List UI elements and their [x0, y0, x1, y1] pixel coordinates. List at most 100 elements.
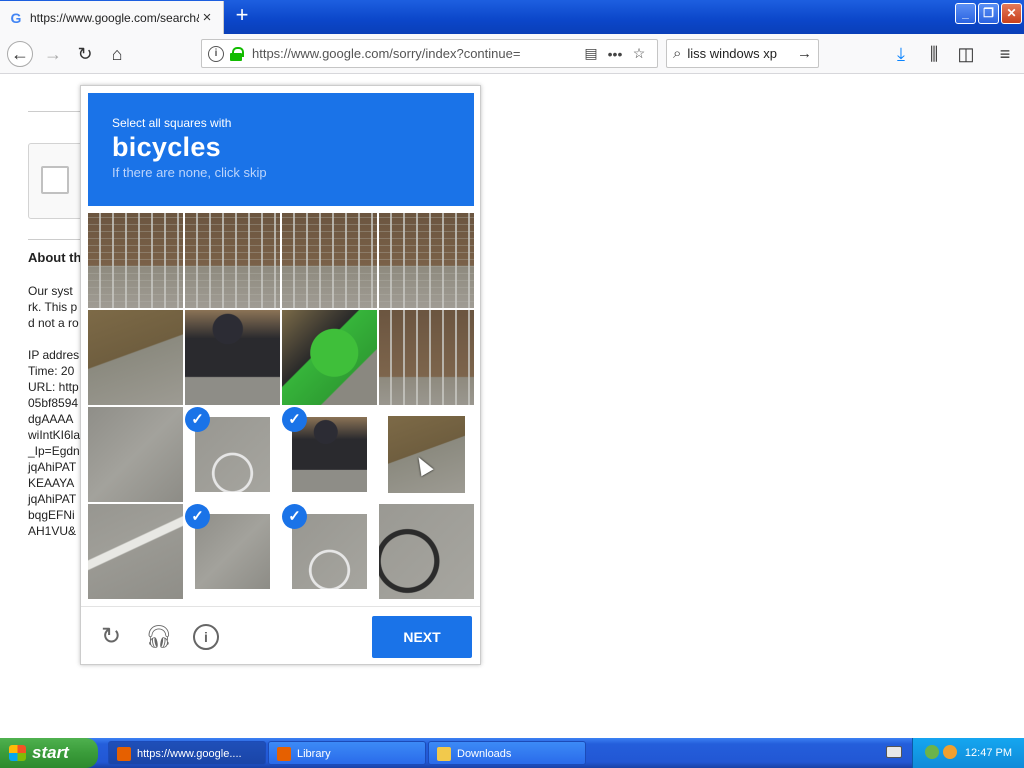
hamburger-menu-icon[interactable]: ≡ — [992, 41, 1018, 67]
clock: 12:47 PM — [964, 747, 1012, 759]
tile-image — [88, 407, 183, 502]
next-button[interactable]: NEXT — [372, 616, 472, 658]
start-label: start — [32, 743, 69, 762]
about-text-line: IP addres — [28, 348, 80, 362]
recaptcha-checkbox[interactable] — [41, 166, 69, 194]
lock-icon[interactable] — [230, 46, 244, 61]
about-text-line: d not a ro — [28, 316, 79, 330]
search-tray-icon[interactable] — [943, 745, 957, 759]
captcha-tile[interactable] — [379, 407, 474, 502]
about-text-line: wiIntKI6la — [28, 428, 81, 442]
navigation-toolbar: ← → ↻ ⌂ i https://www.google.com/sorry/i… — [0, 34, 1024, 74]
browser-tab-strip: G https://www.google.com/search& × + _ ❐… — [0, 0, 1024, 34]
search-query-text[interactable]: liss windows xp — [687, 46, 797, 61]
about-text-line: URL: http — [28, 380, 79, 394]
divider — [28, 239, 80, 240]
window-minimize-button[interactable]: _ — [955, 3, 976, 24]
recaptcha-challenge-dialog: Select all squares with bicycles If ther… — [80, 85, 481, 665]
tab-title: https://www.google.com/search& — [30, 10, 199, 25]
search-icon: ⌕ — [673, 45, 682, 62]
tile-image — [379, 213, 474, 308]
search-go-arrow-icon[interactable]: → — [797, 45, 812, 62]
captcha-tile[interactable] — [379, 504, 474, 599]
captcha-tile[interactable] — [379, 310, 474, 405]
divider — [28, 111, 80, 112]
challenge-footer: ↻ 🎧︎ i NEXT — [81, 606, 480, 664]
about-text-line: AH1VU& — [28, 524, 77, 538]
info-icon[interactable]: i — [193, 624, 219, 650]
firefox-icon — [117, 747, 131, 761]
tile-image — [388, 416, 465, 493]
taskbar-item-firefox[interactable]: https://www.google.... — [108, 741, 266, 765]
about-text-line: 05bf8594 — [28, 396, 79, 410]
tile-image — [88, 504, 183, 599]
bookmark-star-icon[interactable]: ☆ — [627, 45, 651, 62]
start-button[interactable]: start — [0, 738, 98, 768]
window-close-button[interactable]: ✕ — [1001, 3, 1022, 24]
taskbar-item-library[interactable]: Library — [268, 741, 426, 765]
captcha-tile[interactable]: ✓ — [185, 504, 280, 599]
about-text-line: _Ip=Egdn — [28, 444, 80, 458]
instruction-subtext: If there are none, click skip — [112, 165, 267, 180]
tile-image — [282, 213, 377, 308]
captcha-tile[interactable]: ✓ — [282, 504, 377, 599]
taskbar-item-label: Library — [297, 748, 331, 760]
search-bar[interactable]: ⌕ liss windows xp → — [666, 39, 819, 68]
about-text-line: jqAhiPAT — [28, 460, 77, 474]
tile-image — [185, 213, 280, 308]
site-info-icon[interactable]: i — [208, 45, 224, 62]
firefox-icon — [277, 747, 291, 761]
windows-flag-icon — [9, 745, 26, 761]
taskbar-item-downloads[interactable]: Downloads — [428, 741, 586, 765]
folder-icon — [437, 747, 451, 761]
captcha-tile[interactable] — [88, 310, 183, 405]
selected-checkmark-icon: ✓ — [282, 504, 307, 529]
captcha-tile[interactable] — [379, 213, 474, 308]
about-text-line: bqgEFNi — [28, 508, 75, 522]
about-text-line: Time: 20 — [28, 364, 75, 378]
page-actions-icon[interactable]: ••• — [603, 46, 627, 62]
tile-image — [379, 504, 474, 599]
network-icon[interactable] — [925, 745, 939, 759]
captcha-tile[interactable] — [88, 407, 183, 502]
sidebar-icon[interactable]: ◫ — [953, 41, 979, 67]
captcha-tile[interactable] — [282, 213, 377, 308]
tab-google-search[interactable]: G https://www.google.com/search& × — [0, 1, 224, 34]
captcha-tile[interactable] — [185, 310, 280, 405]
selected-checkmark-icon: ✓ — [185, 504, 210, 529]
reload-challenge-icon[interactable]: ↻ — [98, 624, 124, 650]
about-heading: About th — [28, 250, 82, 265]
image-tile-grid: ✓ ✓ ✓ ✓ — [88, 213, 474, 599]
about-text-line: jqAhiPAT — [28, 492, 77, 506]
tile-image — [379, 310, 474, 405]
new-tab-button[interactable]: + — [230, 4, 254, 28]
headphones-audio-icon[interactable]: 🎧︎ — [145, 624, 173, 650]
back-arrow-icon[interactable]: ← — [7, 41, 33, 67]
address-bar[interactable]: i https://www.google.com/sorry/index?con… — [201, 39, 658, 68]
captcha-tile[interactable]: ✓ — [185, 407, 280, 502]
url-text[interactable]: https://www.google.com/sorry/index?conti… — [252, 46, 579, 61]
downloads-icon[interactable]: ⤓ — [888, 41, 914, 67]
challenge-header: Select all squares with bicycles If ther… — [88, 93, 474, 206]
captcha-tile[interactable] — [88, 504, 183, 599]
google-favicon-icon: G — [10, 9, 22, 26]
instruction-prefix: Select all squares with — [112, 116, 232, 130]
home-icon[interactable]: ⌂ — [104, 41, 130, 67]
captcha-tile[interactable]: ✓ — [282, 407, 377, 502]
captcha-tile[interactable] — [282, 310, 377, 405]
taskbar-item-label: Downloads — [457, 748, 512, 760]
reader-view-icon[interactable]: ▤ — [579, 45, 603, 62]
selected-checkmark-icon: ✓ — [282, 407, 307, 432]
captcha-tile[interactable] — [185, 213, 280, 308]
reload-icon[interactable]: ↻ — [72, 41, 98, 67]
window-maximize-button[interactable]: ❐ — [978, 3, 999, 24]
about-text-line: KEAAYA — [28, 476, 75, 490]
forward-arrow-icon[interactable]: → — [40, 41, 66, 67]
about-text-line: Our syst — [28, 284, 73, 298]
keyboard-icon[interactable] — [886, 746, 902, 758]
tab-close-icon[interactable]: × — [199, 9, 215, 26]
library-icon[interactable]: ⫼ — [921, 41, 947, 67]
tile-image — [88, 213, 183, 308]
captcha-tile[interactable] — [88, 213, 183, 308]
about-text-line: rk. This p — [28, 300, 78, 314]
